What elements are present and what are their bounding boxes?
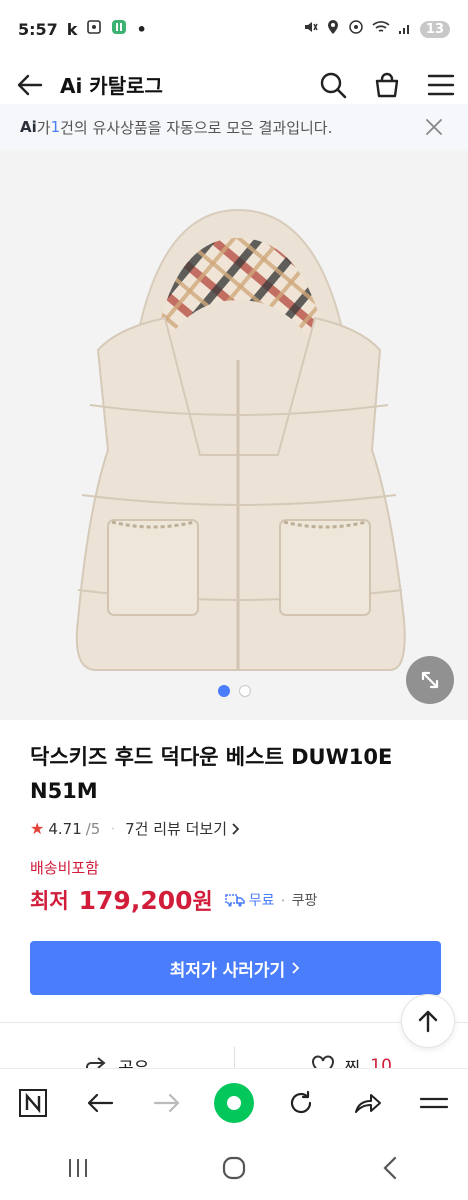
notice-ai-label: Ai — [20, 118, 37, 136]
pagination-dot[interactable] — [238, 685, 251, 697]
dot-icon: • — [136, 19, 147, 39]
store-name: 쿠팡 — [291, 893, 318, 909]
home-button[interactable] — [210, 1144, 258, 1192]
lowest-label: 최저 — [30, 889, 69, 913]
arrow-up-icon — [418, 1010, 438, 1033]
notice-count: 1 — [50, 118, 61, 136]
scroll-to-top-button[interactable] — [401, 994, 455, 1048]
section-divider — [0, 1022, 468, 1023]
review-link[interactable]: 7건 리뷰 더보기 — [125, 818, 227, 839]
status-time: 5:57 — [18, 19, 58, 39]
notice-close-button[interactable] — [420, 113, 448, 141]
shipping-included-label: 배송비포함 — [30, 859, 100, 877]
star-icon: ★ — [30, 819, 45, 838]
rating-separator: · — [110, 819, 116, 838]
battery-badge: 13 — [419, 20, 450, 38]
back-arrow-icon — [17, 74, 43, 95]
gallery-pagination — [0, 685, 468, 697]
naver-home-button[interactable] — [9, 1079, 57, 1127]
product-image — [75, 208, 406, 671]
product-title: 닥스키즈 후드 덕다운 베스트 DUW10E N51M — [30, 745, 393, 803]
buy-lowest-price-button[interactable]: 최저가 사러가기 — [30, 941, 441, 995]
recent-apps-icon — [69, 1159, 87, 1177]
arrow-left-icon — [88, 1093, 114, 1112]
hotspot-icon — [348, 19, 364, 39]
mute-icon — [302, 19, 318, 39]
browser-forward-button[interactable] — [143, 1079, 191, 1127]
system-back-button[interactable] — [366, 1144, 414, 1192]
page-title: Ai 카탈로그 — [60, 74, 163, 98]
browser-back-button[interactable] — [76, 1079, 124, 1127]
expand-image-button[interactable] — [406, 656, 454, 704]
notice-prefix: 가 — [36, 118, 51, 137]
green-dot-icon — [213, 1082, 254, 1123]
status-bar: 5:57 k • 13 — [0, 0, 468, 58]
naver-n-icon — [19, 1088, 48, 1117]
close-icon — [426, 119, 442, 135]
system-navigation-bar — [0, 1136, 468, 1200]
buy-button-label: 최저가 사러가기 — [169, 960, 286, 981]
arrow-right-icon — [154, 1093, 180, 1112]
search-icon — [320, 72, 347, 98]
hamburger-menu-icon — [427, 74, 455, 95]
pagination-dot-active[interactable] — [217, 685, 230, 697]
chevron-left-icon — [383, 1156, 397, 1180]
recent-apps-button[interactable] — [54, 1144, 102, 1192]
wifi-icon — [372, 19, 390, 39]
product-image-gallery[interactable] — [0, 150, 468, 720]
currency-label: 원 — [192, 890, 213, 915]
share-arrow-icon — [354, 1093, 381, 1113]
k-app-icon: k — [66, 19, 78, 39]
store-separator: · — [280, 890, 286, 910]
menu-lines-icon — [420, 1097, 449, 1108]
truck-icon — [225, 894, 245, 907]
shopping-bag-icon — [375, 72, 399, 97]
refresh-icon — [290, 1090, 311, 1113]
app-notification-icon — [111, 19, 127, 39]
free-delivery: 무료 — [225, 890, 275, 910]
location-icon — [326, 19, 340, 39]
signal-icon — [398, 20, 412, 39]
green-dot-button[interactable] — [210, 1079, 258, 1127]
browser-toolbar — [0, 1068, 468, 1136]
rating-scale: /5 — [85, 819, 101, 838]
chevron-right-icon — [232, 822, 240, 835]
browser-menu-button[interactable] — [410, 1079, 458, 1127]
browser-share-button[interactable] — [344, 1079, 392, 1127]
price-value: 179,200 — [78, 885, 193, 915]
home-circle-icon — [222, 1156, 246, 1180]
product-info: 닥스키즈 후드 덕다운 베스트 DUW10E N51M ★ 4.71 /5 · … — [30, 740, 450, 916]
screenshot-icon — [86, 19, 102, 39]
chevron-right-icon — [292, 962, 300, 974]
rating-row: ★ 4.71 /5 · 7건 리뷰 더보기 — [30, 818, 450, 839]
rating-value: 4.71 — [48, 819, 82, 838]
refresh-button[interactable] — [277, 1079, 325, 1127]
notice-text: 건의 유사상품을 자동으로 모은 결과입니다. — [60, 118, 333, 137]
price-row: 최저 179,200 원 무료 · 쿠팡 — [30, 884, 450, 916]
ai-notice-banner: Ai 가 1 건의 유사상품을 자동으로 모은 결과입니다. — [0, 104, 468, 150]
delivery-value: 무료 — [248, 893, 275, 909]
expand-icon — [421, 671, 439, 689]
